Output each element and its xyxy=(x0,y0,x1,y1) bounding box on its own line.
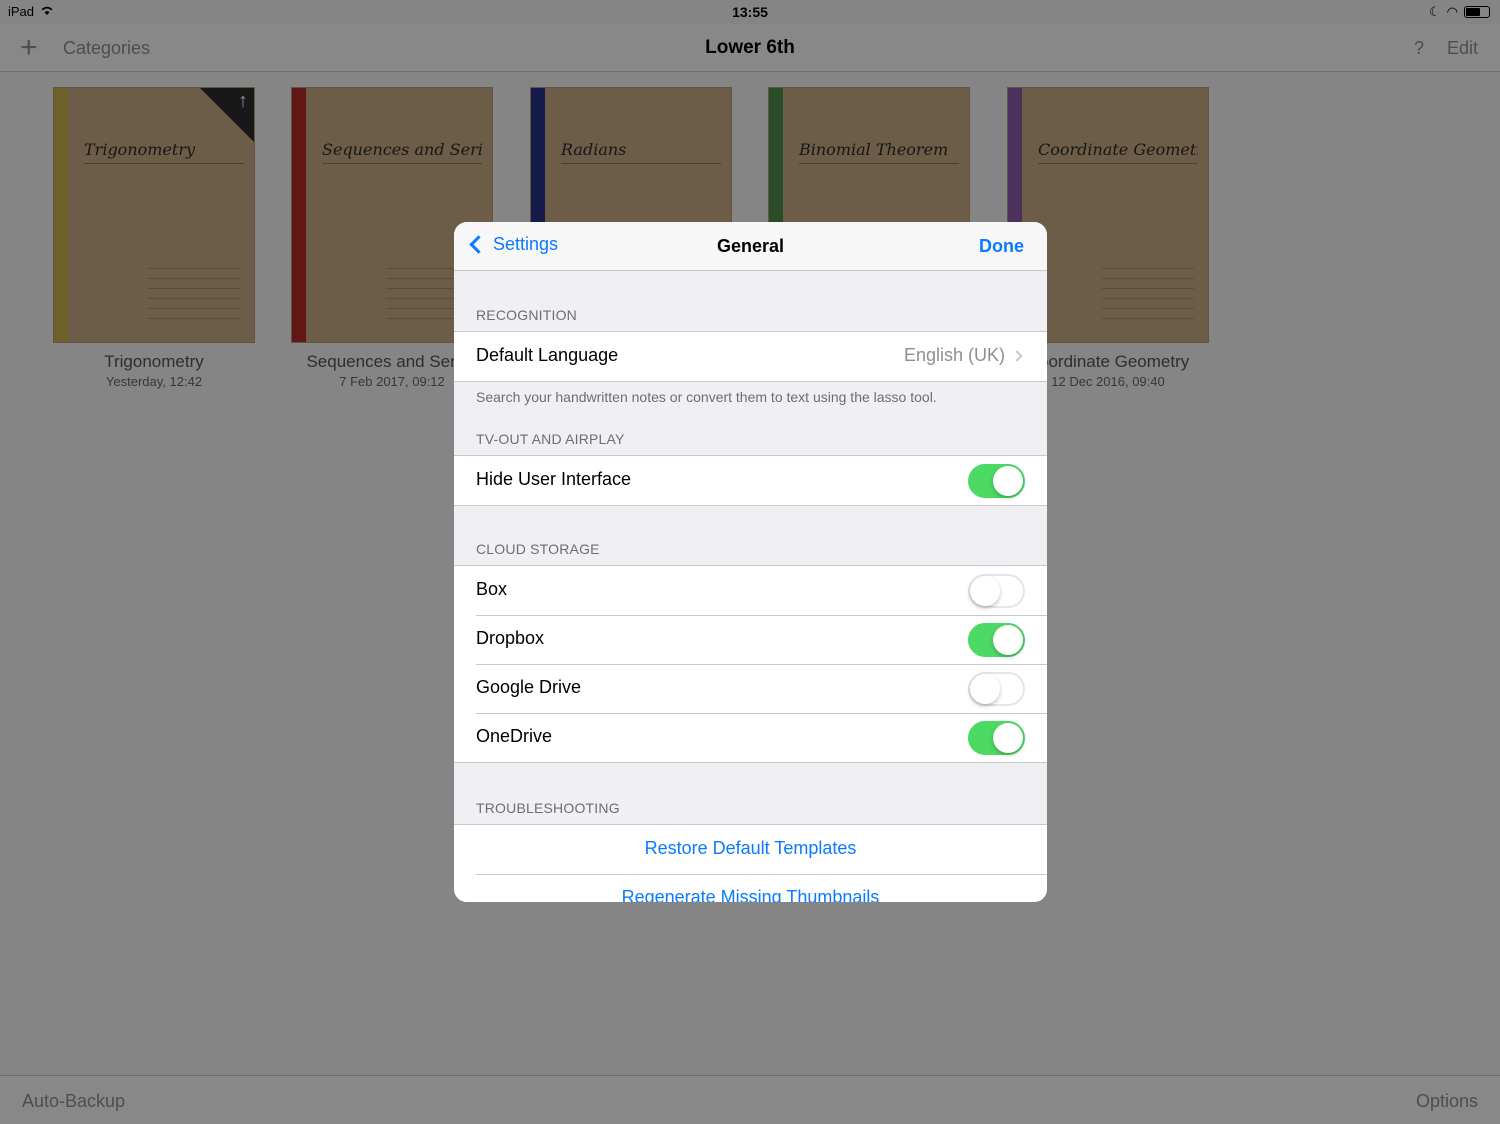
cloud-group: Box Dropbox Google Drive OneDrive xyxy=(454,565,1047,763)
cloud-header: CLOUD STORAGE xyxy=(476,541,600,557)
recognition-header: RECOGNITION xyxy=(476,307,577,323)
cloud-toggle[interactable] xyxy=(968,574,1025,608)
cloud-row: Box xyxy=(454,566,1047,615)
toggle-knob xyxy=(993,625,1023,655)
default-language-row[interactable]: Default Language English (UK) xyxy=(454,332,1047,381)
recognition-group: Default Language English (UK) xyxy=(454,331,1047,382)
chevron-right-icon xyxy=(1011,350,1023,362)
recognition-footer: Search your handwritten notes or convert… xyxy=(476,389,937,405)
modal-header: Settings General Done xyxy=(454,222,1047,271)
cloud-toggle[interactable] xyxy=(968,672,1025,706)
default-language-value: English (UK) xyxy=(903,345,1005,365)
cloud-toggle[interactable] xyxy=(968,721,1025,755)
restore-templates-button[interactable]: Restore Default Templates xyxy=(454,838,1047,859)
cloud-toggle[interactable] xyxy=(968,623,1025,657)
hide-ui-label: Hide User Interface xyxy=(476,469,632,489)
hide-ui-row: Hide User Interface xyxy=(454,456,1047,505)
cloud-label: OneDrive xyxy=(476,726,553,746)
cloud-label: Box xyxy=(476,579,508,599)
done-button[interactable]: Done xyxy=(979,236,1024,257)
cloud-row: Dropbox xyxy=(454,615,1047,664)
restore-row: Restore Default Templates xyxy=(454,825,1047,874)
toggle-knob xyxy=(993,466,1023,496)
tvout-group: Hide User Interface xyxy=(454,455,1047,506)
troubleshooting-group: Restore Default Templates Regenerate Mis… xyxy=(454,824,1047,902)
troubleshooting-header: TROUBLESHOOTING xyxy=(476,800,620,816)
hide-ui-toggle[interactable] xyxy=(968,464,1025,498)
cloud-label: Dropbox xyxy=(476,628,545,648)
settings-modal: Settings General Done RECOGNITION Defaul… xyxy=(454,222,1047,902)
regenerate-thumbnails-button[interactable]: Regenerate Missing Thumbnails xyxy=(454,887,1047,902)
cloud-label: Google Drive xyxy=(476,677,582,697)
toggle-knob xyxy=(970,674,1000,704)
regenerate-row: Regenerate Missing Thumbnails xyxy=(454,874,1047,902)
cloud-row: Google Drive xyxy=(454,664,1047,713)
cloud-row: OneDrive xyxy=(454,713,1047,762)
default-language-label: Default Language xyxy=(476,345,619,365)
modal-title: General xyxy=(716,236,785,256)
tvout-header: TV-OUT AND AIRPLAY xyxy=(476,431,625,447)
toggle-knob xyxy=(970,576,1000,606)
toggle-knob xyxy=(993,723,1023,753)
